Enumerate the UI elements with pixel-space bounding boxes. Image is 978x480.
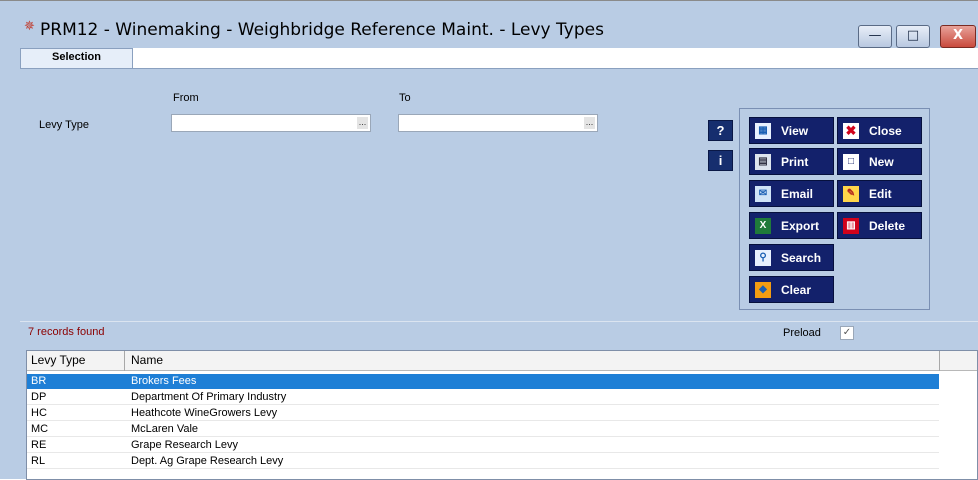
table-row[interactable]: DP Department Of Primary Industry [27,390,939,405]
clear-button-label: Clear [781,283,812,297]
email-button-label: Email [781,187,814,201]
help-button[interactable]: ? [708,120,733,141]
email-icon: ✉ [755,186,771,202]
minimize-button[interactable]: — [858,25,892,48]
name-cell: Department Of Primary Industry [131,391,287,403]
info-button[interactable]: i [708,150,733,171]
levy-type-from-lookup-button[interactable]: ... [357,117,368,129]
email-button[interactable]: ✉ Email [749,180,834,207]
close-icon: ✖ [843,123,859,139]
check-mark-icon: ✓ [842,327,852,338]
column-divider[interactable] [939,351,940,371]
new-button-label: New [869,155,894,169]
table-row[interactable]: RE Grape Research Levy [27,438,939,453]
app-icon: ✵ [24,19,35,34]
levy-type-cell: BR [31,375,47,387]
magnifier-icon: ⚲ [755,250,771,266]
window-title: PRM12 - Winemaking - Weighbridge Referen… [40,20,604,40]
name-cell: Dept. Ag Grape Research Levy [131,455,284,467]
close-window-button[interactable]: X [940,25,976,48]
search-button[interactable]: ⚲ Search [749,244,834,271]
clear-button[interactable]: ◆ Clear [749,276,834,303]
new-document-icon: □ [843,154,859,170]
close-button-label: Close [869,124,902,138]
levy-type-cell: RL [31,455,46,467]
name-cell: Heathcote WineGrowers Levy [131,407,278,419]
view-button[interactable]: ▦ View [749,117,834,144]
new-button[interactable]: □ New [837,148,922,175]
name-cell: Grape Research Levy [131,439,238,451]
levy-types-grid: Levy Type Name BR Brokers Fees DP Depart… [26,350,978,480]
printer-icon: ▤ [755,154,771,170]
tab-strip: Selection [20,48,978,69]
grid-header: Levy Type Name [27,351,977,371]
maximize-button[interactable]: □ [896,25,930,48]
levy-type-from-field[interactable]: ... [171,114,371,132]
trash-icon: ▥ [843,218,859,234]
tab-selection[interactable]: Selection [20,48,133,68]
delete-button-label: Delete [869,219,906,233]
edit-button-label: Edit [869,187,892,201]
close-button[interactable]: ✖ Close [837,117,922,144]
table-row[interactable]: BR Brokers Fees [27,374,939,389]
print-button-label: Print [781,155,809,169]
pencil-icon: ✎ [843,186,859,202]
view-button-label: View [781,124,809,138]
delete-button[interactable]: ▥ Delete [837,212,922,239]
table-row[interactable]: HC Heathcote WineGrowers Levy [27,406,939,421]
preload-label: Preload [783,327,821,339]
excel-export-icon: X [755,218,771,234]
search-button-label: Search [781,251,822,265]
title-bar: ✵ PRM12 - Winemaking - Weighbridge Refer… [0,1,978,49]
export-button-label: Export [781,219,820,233]
levy-type-to-field[interactable]: ... [398,114,598,132]
eraser-icon: ◆ [755,282,771,298]
levy-type-cell: RE [31,439,47,451]
name-cell: Brokers Fees [131,375,197,387]
export-button[interactable]: X Export [749,212,834,239]
edit-button[interactable]: ✎ Edit [837,180,922,207]
column-header-levy-type[interactable]: Levy Type [31,353,85,367]
levy-type-to-lookup-button[interactable]: ... [584,117,595,129]
column-divider[interactable] [124,351,125,371]
view-icon: ▦ [755,123,771,139]
table-row[interactable]: MC McLaren Vale [27,422,939,437]
from-label: From [173,92,199,104]
levy-type-label: Levy Type [39,119,89,131]
info-icon: i [718,153,723,168]
levy-type-cell: HC [31,407,47,419]
help-icon: ? [716,123,725,138]
print-button[interactable]: ▤ Print [749,148,834,175]
table-row[interactable]: RL Dept. Ag Grape Research Levy [27,454,939,469]
records-found-text: 7 records found [28,326,105,338]
levy-type-cell: MC [31,423,49,435]
levy-type-cell: DP [31,391,47,403]
column-header-name[interactable]: Name [131,353,163,367]
separator [20,321,978,322]
name-cell: McLaren Vale [131,423,199,435]
preload-checkbox[interactable]: ✓ [840,326,854,340]
main-window: ✵ PRM12 - Winemaking - Weighbridge Refer… [0,0,978,480]
to-label: To [399,92,411,104]
